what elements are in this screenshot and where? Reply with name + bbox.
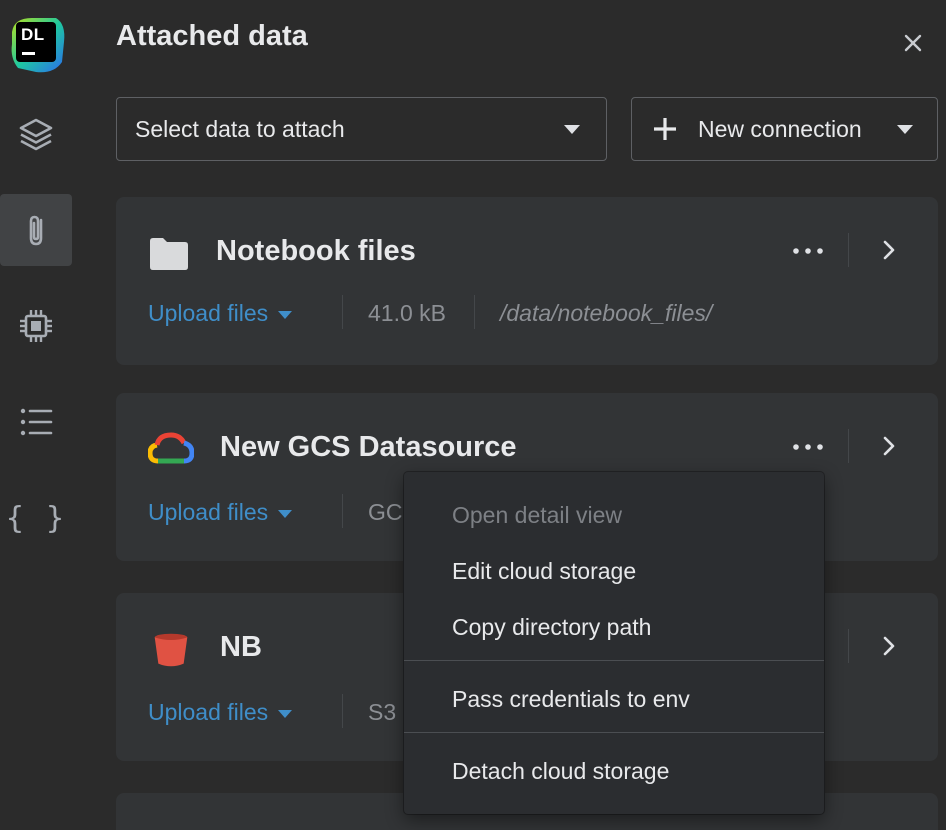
sidebar-item-variables[interactable]: { } [0,482,72,554]
attached-data-panel: DL {} Attached data Select data to atta… [0,0,946,830]
upload-files-dropdown[interactable]: Upload files [148,499,293,526]
more-horizontal-icon [793,444,823,450]
upload-files-label: Upload files [148,300,269,326]
chevron-down-icon [278,310,293,319]
logo-mark: DL [16,22,56,62]
more-horizontal-icon [793,248,823,254]
divider [342,295,343,329]
datasource-size: 41.0 kB [368,300,446,326]
chevron-down-icon [897,125,913,134]
sidebar-item-layers[interactable] [0,98,72,170]
context-menu: Open detail view Edit cloud storage Copy… [404,472,824,814]
chevron-right-icon[interactable] [878,635,900,657]
chevron-down-icon [278,509,293,518]
logo-text: DL [21,25,45,44]
close-button[interactable] [896,28,930,58]
sidebar-item-compute[interactable] [0,290,72,362]
folder-icon [150,238,188,270]
menu-separator [404,732,824,733]
menu-separator [404,660,824,661]
left-sidebar: DL {} [0,0,74,830]
divider [848,233,849,267]
chevron-right-icon[interactable] [878,435,900,457]
datasource-card-notebook-files: Notebook files Upload files 41.0 kB /dat… [116,197,938,365]
page-title: Attached data [116,20,308,52]
chevron-down-icon [278,709,293,718]
datasource-type: GC [368,499,403,525]
upload-files-dropdown[interactable]: Upload files [148,300,293,327]
datasource-name: NB [220,631,262,663]
close-icon [904,34,922,52]
divider [342,694,343,728]
sidebar-item-attached-data[interactable] [0,194,72,266]
menu-item-edit-cloud-storage[interactable]: Edit cloud storage [452,558,636,585]
braces-icon: { } [5,500,67,536]
chevron-down-icon [564,125,580,134]
list-icon [20,408,53,436]
datalore-logo: DL [6,14,68,74]
plus-icon [654,118,676,140]
divider [474,295,475,329]
datasource-type: S3 [368,699,397,725]
upload-files-label: Upload files [148,499,269,525]
divider [848,429,849,463]
bucket-icon [154,633,188,667]
layers-icon [19,118,53,151]
menu-item-pass-credentials-to-env[interactable]: Pass credentials to env [452,686,690,713]
more-options-button[interactable] [788,437,828,457]
datasource-name: Notebook files [216,235,416,267]
menu-item-copy-directory-path[interactable]: Copy directory path [452,614,651,641]
select-data-placeholder: Select data to attach [135,115,345,142]
more-options-button[interactable] [788,241,828,261]
divider [342,494,343,528]
new-connection-label: New connection [698,115,862,142]
sidebar-item-list[interactable] [0,386,72,458]
new-connection-button[interactable]: New connection [631,97,938,161]
chevron-right-icon[interactable] [878,239,900,261]
select-data-dropdown[interactable]: Select data to attach [116,97,607,161]
google-cloud-icon [148,432,194,464]
menu-item-detach-cloud-storage[interactable]: Detach cloud storage [452,758,669,785]
datasource-path: /data/notebook_files/ [500,300,713,326]
paperclip-icon [29,215,43,246]
datasource-name: New GCS Datasource [220,431,517,463]
upload-files-dropdown[interactable]: Upload files [148,699,293,726]
divider [848,629,849,663]
menu-item-open-detail-view: Open detail view [452,502,623,528]
chip-icon [20,310,52,342]
upload-files-label: Upload files [148,699,269,725]
